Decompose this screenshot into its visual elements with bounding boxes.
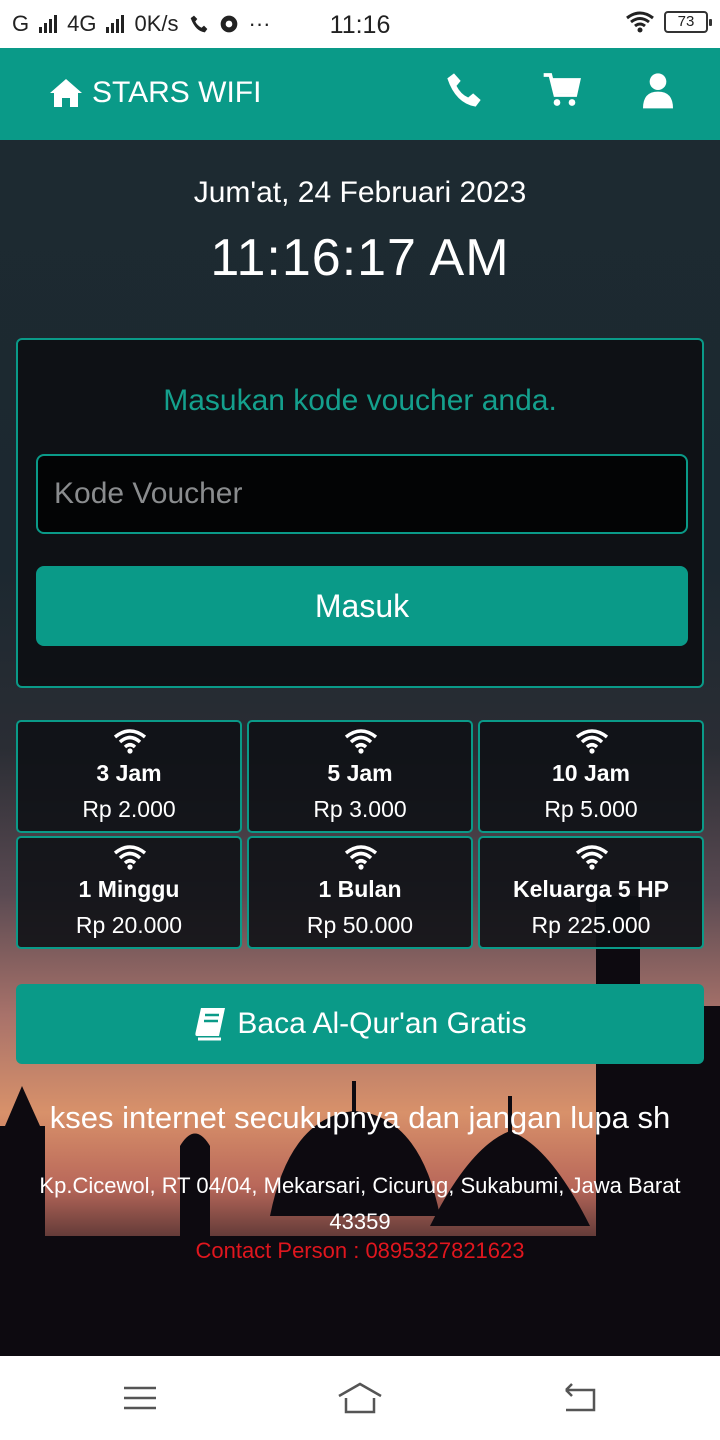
phone-icon[interactable] bbox=[444, 70, 484, 110]
wifi-icon bbox=[575, 729, 609, 754]
package-name: 3 Jam bbox=[96, 760, 162, 786]
package-name: 10 Jam bbox=[551, 760, 630, 786]
menu-icon[interactable] bbox=[120, 1378, 160, 1418]
package-price: Rp 5.000 bbox=[544, 796, 638, 822]
current-clock: 11:16:17 AM bbox=[210, 229, 510, 287]
cart-icon[interactable] bbox=[542, 70, 582, 110]
wifi-icon bbox=[575, 845, 609, 870]
package-name: 1 Minggu bbox=[78, 876, 180, 902]
home-nav-icon[interactable] bbox=[336, 1378, 384, 1418]
brand-link[interactable]: STARS WIFI bbox=[48, 76, 261, 110]
package-card[interactable]: 10 Jam Rp 5.000 bbox=[478, 720, 704, 833]
status-bar: G 4G 0K/s ··· 11:16 73 bbox=[0, 0, 720, 48]
status-right: 73 bbox=[626, 11, 712, 33]
wifi-icon bbox=[344, 729, 378, 754]
home-icon bbox=[50, 79, 82, 107]
package-price: Rp 225.000 bbox=[531, 912, 651, 938]
back-icon[interactable] bbox=[560, 1378, 600, 1418]
package-card[interactable]: 1 Bulan Rp 50.000 bbox=[247, 836, 473, 949]
voucher-prompt: Masukan kode voucher anda. bbox=[163, 384, 557, 417]
package-name: 5 Jam bbox=[327, 760, 393, 786]
package-price: Rp 50.000 bbox=[306, 912, 414, 938]
wifi-icon bbox=[113, 845, 147, 870]
battery-icon: 73 bbox=[664, 11, 712, 33]
contact-person[interactable]: Contact Person : 0895327821623 bbox=[0, 1238, 720, 1264]
address-text: Kp.Cicewol, RT 04/04, Mekarsari, Cicurug… bbox=[39, 1173, 681, 1234]
package-name: 1 Bulan bbox=[318, 876, 402, 902]
read-quran-label: Baca Al-Qur'an Gratis bbox=[237, 1007, 527, 1040]
package-name: Keluarga 5 HP bbox=[513, 876, 669, 902]
voucher-input[interactable] bbox=[36, 454, 688, 534]
status-time: 11:16 bbox=[329, 11, 391, 39]
wifi-icon bbox=[113, 729, 147, 754]
package-card[interactable]: Keluarga 5 HP Rp 225.000 bbox=[478, 836, 704, 949]
current-date: Jum'at, 24 Februari 2023 bbox=[193, 176, 527, 209]
package-price: Rp 2.000 bbox=[82, 796, 176, 822]
book-icon bbox=[195, 1008, 226, 1041]
main-content: Jum'at, 24 Februari 2023 11:16:17 AM Mas… bbox=[0, 140, 720, 1356]
wifi-status-icon bbox=[626, 11, 654, 33]
package-grid: 3 Jam Rp 2.000 5 Jam Rp 3.000 10 Jam Rp … bbox=[16, 720, 704, 949]
system-nav-bar bbox=[0, 1356, 720, 1440]
brand-title: STARS WIFI bbox=[92, 76, 262, 109]
marquee-text: kses internet secukupnya dan jangan lupa… bbox=[49, 1100, 671, 1135]
voucher-login-card: Masukan kode voucher anda. Masuk bbox=[16, 338, 704, 688]
read-quran-button[interactable]: Baca Al-Qur'an Gratis bbox=[16, 984, 704, 1064]
package-card[interactable]: 3 Jam Rp 2.000 bbox=[16, 720, 242, 833]
package-price: Rp 3.000 bbox=[313, 796, 407, 822]
package-price: Rp 20.000 bbox=[75, 912, 183, 938]
login-button[interactable]: Masuk bbox=[36, 566, 688, 646]
package-card[interactable]: 1 Minggu Rp 20.000 bbox=[16, 836, 242, 949]
user-icon[interactable] bbox=[638, 70, 678, 110]
package-card[interactable]: 5 Jam Rp 3.000 bbox=[247, 720, 473, 833]
app-header: STARS WIFI bbox=[0, 48, 720, 140]
wifi-icon bbox=[344, 845, 378, 870]
